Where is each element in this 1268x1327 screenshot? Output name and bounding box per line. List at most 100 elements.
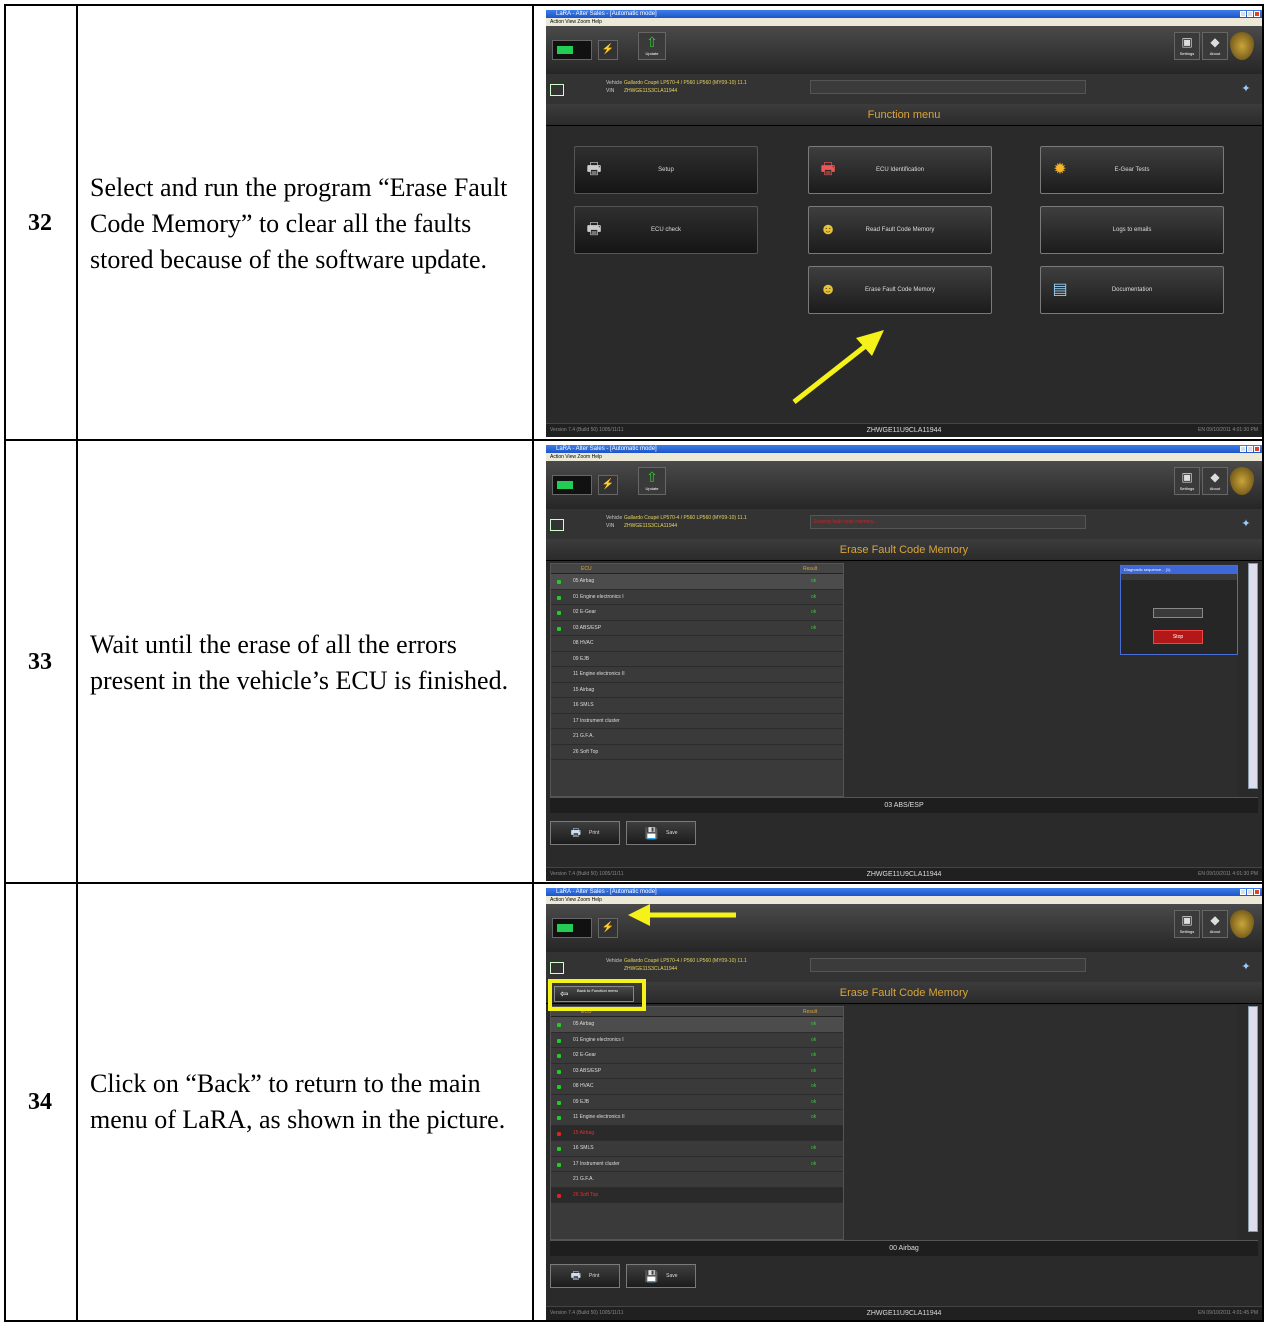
window-controls[interactable] <box>1240 11 1260 17</box>
screenshot-back: LaRA - Alter Sales - [Automatic mode] Ac… <box>546 888 1262 1320</box>
globe-icon[interactable]: ✦ <box>1238 517 1254 531</box>
device-status-icon[interactable] <box>552 918 592 938</box>
status-bar: Version 7.4 (Build 50) 1005/11/11 ZHWGE1… <box>546 867 1262 881</box>
window-controls[interactable] <box>1240 889 1260 895</box>
ecu-list-item[interactable]: 09 EJB <box>551 652 843 667</box>
erase-fault-icon: ☻ <box>819 281 837 298</box>
error-status-icon <box>557 1131 561 1136</box>
stop-button[interactable]: Stop <box>1153 630 1203 644</box>
device-status-icon[interactable] <box>552 475 592 495</box>
ecu-list-item[interactable]: 08 HVAC <box>551 636 843 652</box>
ok-status-icon <box>557 595 561 600</box>
ecu-list-item[interactable]: 17 Instrument cluster ok <box>551 1157 843 1172</box>
globe-icon[interactable]: ✦ <box>1238 82 1254 96</box>
ecu-list[interactable]: ECU Result 05 Airbag ok 01 Engine electroni… <box>550 1006 844 1240</box>
minimize-icon[interactable] <box>1240 889 1246 895</box>
bottom-actions: 🖶 Print 💾 Save <box>550 821 696 847</box>
gear-test-icon: ✹ <box>1053 161 1067 178</box>
ecu-identification-button[interactable]: 🖶 ECU Identification <box>808 146 992 194</box>
ecu-name: 08 HVAC <box>573 1083 594 1089</box>
save-button[interactable]: 💾 Save <box>626 1264 696 1288</box>
vertical-scrollbar[interactable] <box>1248 1006 1258 1232</box>
ecu-list-item[interactable]: 08 HVAC ok <box>551 1079 843 1095</box>
vehicle-bar: Vehicle Gallardo Coupé LP570-4 / P560 LP… <box>546 74 1262 104</box>
step-row-33: 33 Wait until the erase of all the error… <box>4 439 1264 882</box>
menu-bar[interactable]: Action View Zoom Help <box>546 896 1262 904</box>
window-title: LaRA - Alter Sales - [Automatic mode] <box>546 445 1262 453</box>
ecu-list-item[interactable]: 16 SMLS ok <box>551 1141 843 1157</box>
maximize-icon[interactable] <box>1247 446 1253 452</box>
menu-bar[interactable]: Action View Zoom Help <box>546 18 1262 26</box>
documentation-button[interactable]: ▤ Documentation <box>1040 266 1224 314</box>
status-bar: Version 7.4 (Build 50) 1005/11/11 ZHWGE1… <box>546 423 1262 437</box>
ecu-list-item[interactable]: 11 Engine electronics II ok <box>551 1110 843 1126</box>
about-button[interactable]: ◆ About <box>1202 910 1228 938</box>
ecu-list-item[interactable]: 26 Soft Top <box>551 1187 843 1203</box>
selected-ecu-bar: 00 Airbag <box>550 1240 1258 1256</box>
ecu-name: 02 E-Gear <box>573 1052 597 1058</box>
ecu-list-item[interactable]: 09 EJB ok <box>551 1095 843 1110</box>
about-button[interactable]: ◆ About <box>1202 32 1228 60</box>
ecu-name: 09 EJB <box>573 1098 590 1105</box>
save-button[interactable]: 💾 Save <box>626 821 696 845</box>
minimize-icon[interactable] <box>1240 11 1246 17</box>
setup-button[interactable]: 🖶 Setup <box>574 146 758 194</box>
lightning-icon[interactable]: ⚡ <box>598 918 618 938</box>
ecu-list-item[interactable]: 01 Engine electronics I ok <box>551 590 843 605</box>
ecu-list-item[interactable]: 01 Engine electronics I ok <box>551 1033 843 1048</box>
close-icon[interactable] <box>1254 446 1260 452</box>
vertical-scrollbar[interactable] <box>1248 563 1258 789</box>
ok-status-icon <box>557 1054 561 1058</box>
print-button[interactable]: 🖶 Print <box>550 821 620 845</box>
ecu-list-item[interactable]: 15 Airbag <box>551 1125 843 1141</box>
ecu-list-item[interactable]: 26 Soft Top <box>551 745 843 760</box>
ecu-list-item[interactable]: 02 E-Gear ok <box>551 605 843 621</box>
ok-status-icon <box>557 1085 561 1089</box>
vin-label: VIN <box>606 88 615 94</box>
ecu-list-item[interactable]: 17 Instrument cluster <box>551 714 843 729</box>
erase-fault-code-memory-button[interactable]: ☻ Erase Fault Code Memory <box>808 266 992 314</box>
ecu-list-item[interactable]: 11 Engine electronics II <box>551 667 843 683</box>
globe-icon[interactable]: ✦ <box>1238 960 1254 974</box>
error-status-icon <box>557 1193 561 1198</box>
instruction-table: 32 Select and run the program “Erase Fau… <box>4 4 1264 1322</box>
minimize-icon[interactable] <box>1240 446 1246 452</box>
ecu-check-button[interactable]: 🖶 ECU check <box>574 206 758 254</box>
lightning-icon[interactable]: ⚡ <box>598 40 618 60</box>
ecu-name: 01 Engine electronics I <box>573 593 624 600</box>
ecu-name: 26 Soft Top <box>573 1191 599 1198</box>
read-fault-code-memory-button[interactable]: ☻ Read Fault Code Memory <box>808 206 992 254</box>
about-button[interactable]: ◆ About <box>1202 467 1228 495</box>
window-controls[interactable] <box>1240 446 1260 452</box>
settings-button[interactable]: ▣ Settings <box>1174 910 1200 938</box>
update-button[interactable]: ⇧ Update <box>638 467 666 495</box>
ecu-list[interactable]: ECU Result 05 Airbag ok 01 Engine electroni… <box>550 563 844 797</box>
device-status-icon[interactable] <box>552 40 592 60</box>
ecu-result: ok <box>811 593 817 600</box>
update-button[interactable]: ⇧ Update <box>638 32 666 60</box>
lightning-icon[interactable]: ⚡ <box>598 475 618 495</box>
ecu-list-item[interactable]: 21 G.F.A. <box>551 1172 843 1188</box>
ecu-list-item[interactable]: 05 Airbag ok <box>551 574 843 590</box>
vehicle-icon <box>550 84 564 96</box>
erasing-status-text: Erasing fault code memory... <box>814 519 878 525</box>
ecu-list-item[interactable]: 15 Airbag <box>551 683 843 698</box>
ecu-list-item[interactable]: 03 ABS/ESP ok <box>551 1064 843 1079</box>
ecu-list-item[interactable]: 03 ABS/ESP ok <box>551 621 843 636</box>
maximize-icon[interactable] <box>1247 889 1253 895</box>
ecu-list-item[interactable]: 16 SMLS <box>551 698 843 714</box>
dialog-progress-button[interactable] <box>1153 608 1203 618</box>
ecu-list-item[interactable]: 02 E-Gear ok <box>551 1048 843 1064</box>
settings-button[interactable]: ▣ Settings <box>1174 32 1200 60</box>
logs-to-emails-button[interactable]: Logs to emails <box>1040 206 1224 254</box>
egear-tests-button[interactable]: ✹ E-Gear Tests <box>1040 146 1224 194</box>
menu-bar[interactable]: Action View Zoom Help <box>546 453 1262 461</box>
settings-button[interactable]: ▣ Settings <box>1174 467 1200 495</box>
close-icon[interactable] <box>1254 11 1260 17</box>
ecu-list-item[interactable]: 05 Airbag ok <box>551 1017 843 1033</box>
vehicle-icon <box>550 519 564 531</box>
print-button[interactable]: 🖶 Print <box>550 1264 620 1288</box>
ecu-list-item[interactable]: 21 G.F.A. <box>551 729 843 745</box>
maximize-icon[interactable] <box>1247 11 1253 17</box>
close-icon[interactable] <box>1254 889 1260 895</box>
